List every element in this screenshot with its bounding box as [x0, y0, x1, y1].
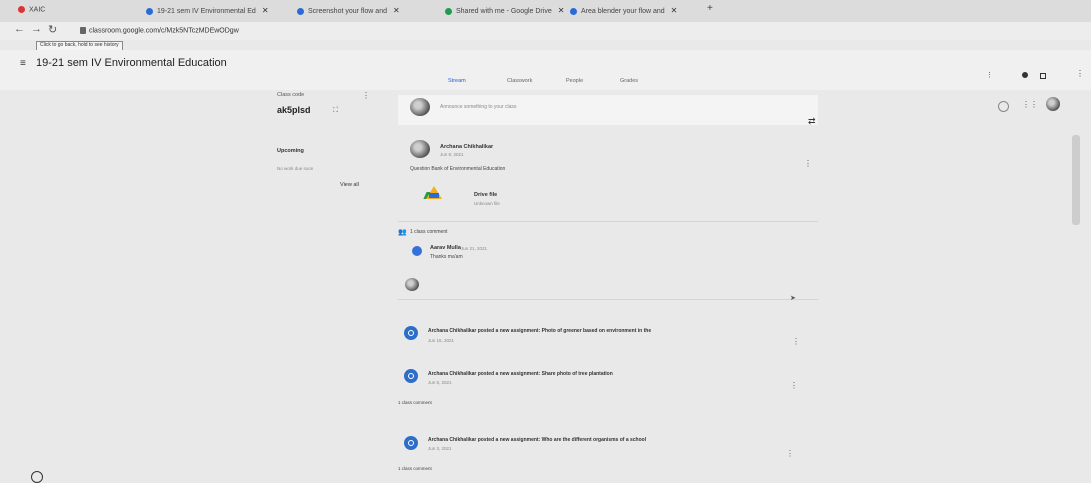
- class-title[interactable]: 19-21 sem IV Environmental Education: [36, 57, 227, 69]
- comment-text: Thanks ma'am: [430, 254, 463, 260]
- tab-3[interactable]: Shared with me - Google Drive ✕: [445, 6, 565, 20]
- class-comments-link[interactable]: 1 class comment: [410, 229, 448, 235]
- favicon-icon: [18, 6, 25, 13]
- fullscreen-icon[interactable]: ⛶: [333, 107, 338, 115]
- assignment-text[interactable]: Archana Chikhalikar posted a new assignm…: [428, 328, 651, 334]
- tab-2[interactable]: Screenshot your flow and ✕: [297, 6, 437, 20]
- comments-icon: 👥: [398, 229, 407, 236]
- post-author: Archana Chikhalikar: [440, 144, 494, 150]
- share-input[interactable]: Announce something to your class: [440, 104, 516, 110]
- classroom-header: [0, 50, 1091, 90]
- apps-grid-icon[interactable]: ⋮⋮: [1022, 100, 1038, 109]
- assignment-more-icon[interactable]: ⋮: [792, 338, 800, 346]
- close-icon[interactable]: ✕: [671, 6, 678, 15]
- reply-avatar: [405, 278, 419, 291]
- google-drive-icon-base: [429, 193, 439, 198]
- assignment-icon: [404, 326, 418, 340]
- share-box[interactable]: [398, 95, 818, 125]
- profile-dot-icon[interactable]: [1022, 72, 1028, 78]
- back-icon[interactable]: ←: [14, 23, 25, 35]
- class-comments-link[interactable]: 1 class comment: [398, 400, 432, 405]
- assignment-text[interactable]: Archana Chikhalikar posted a new assignm…: [428, 437, 646, 443]
- favicon-icon: [570, 7, 577, 15]
- class-code-more-icon[interactable]: ⋮: [362, 92, 370, 100]
- scrollbar[interactable]: [1072, 135, 1080, 225]
- assignment-text[interactable]: Archana Chikhalikar posted a new assignm…: [428, 371, 613, 377]
- tab-grades[interactable]: Grades: [620, 78, 638, 84]
- class-comments-link[interactable]: 1 class comment: [398, 466, 432, 471]
- upcoming-text: No work due soon: [277, 166, 314, 171]
- assignment-icon: [404, 436, 418, 450]
- tab-4[interactable]: Area blender your flow and ✕: [570, 6, 700, 20]
- tab-classwork[interactable]: Classwork: [507, 78, 532, 84]
- address-bar[interactable]: classroom.google.com/c/Mzk5NTczMDEwODgw: [80, 27, 239, 34]
- close-icon[interactable]: ✕: [558, 6, 565, 15]
- assignment-more-icon[interactable]: ⋮: [790, 382, 798, 390]
- attachment-sub: Unknown file: [474, 201, 500, 206]
- author-avatar: [410, 140, 430, 158]
- assignment-date: Jun 15, 2021: [428, 338, 455, 343]
- tab-0[interactable]: XAIC: [18, 6, 58, 20]
- new-tab-button[interactable]: +: [707, 3, 713, 17]
- commenter-avatar: [412, 246, 422, 256]
- extensions-icon[interactable]: ⋮: [986, 71, 993, 79]
- reload-icon[interactable]: ↻: [48, 23, 57, 36]
- account-avatar[interactable]: [1046, 97, 1060, 111]
- view-all-link[interactable]: View all: [340, 182, 359, 188]
- assignment-more-icon[interactable]: ⋮: [786, 450, 794, 458]
- post-more-icon[interactable]: ⋮: [804, 160, 812, 168]
- attachment-name[interactable]: Drive file: [474, 192, 497, 198]
- send-icon[interactable]: ➤: [790, 294, 796, 302]
- user-avatar: [410, 98, 430, 116]
- lock-icon: [80, 27, 86, 34]
- repost-icon[interactable]: ⇄: [808, 116, 816, 127]
- tab-people[interactable]: People: [566, 78, 583, 84]
- help-icon[interactable]: [31, 471, 43, 483]
- post-title: Question Bank of Environmental Education: [410, 166, 506, 172]
- menu-icon[interactable]: ≡: [20, 58, 26, 69]
- favicon-icon: [146, 7, 153, 15]
- forward-icon[interactable]: →: [31, 23, 42, 35]
- window-icon[interactable]: [1040, 73, 1046, 79]
- class-code-label: Class code: [277, 92, 305, 98]
- assignment-date: Jun 5, 2021: [428, 380, 452, 385]
- upcoming-label: Upcoming: [277, 148, 304, 154]
- close-icon[interactable]: ✕: [393, 6, 400, 15]
- divider: [398, 221, 818, 222]
- settings-icon[interactable]: [998, 101, 1009, 112]
- post-date: Jun 8, 2021: [440, 152, 464, 157]
- comment-date: Jun 21, 2021: [461, 246, 488, 251]
- assignment-icon: [404, 369, 418, 383]
- more-vert-icon[interactable]: ⋮: [1076, 69, 1084, 78]
- divider: [398, 299, 818, 300]
- assignment-date: Jun 3, 2021: [428, 446, 452, 451]
- class-code: ak5plsd: [277, 105, 311, 115]
- close-icon[interactable]: ✕: [262, 6, 269, 15]
- tab-1[interactable]: 19-21 sem IV Environmental Ed ✕: [146, 6, 281, 20]
- comment-author: Aarav Mulla: [430, 245, 461, 251]
- favicon-icon: [297, 7, 304, 15]
- tab-stream[interactable]: Stream: [448, 78, 466, 84]
- favicon-icon: [445, 7, 452, 15]
